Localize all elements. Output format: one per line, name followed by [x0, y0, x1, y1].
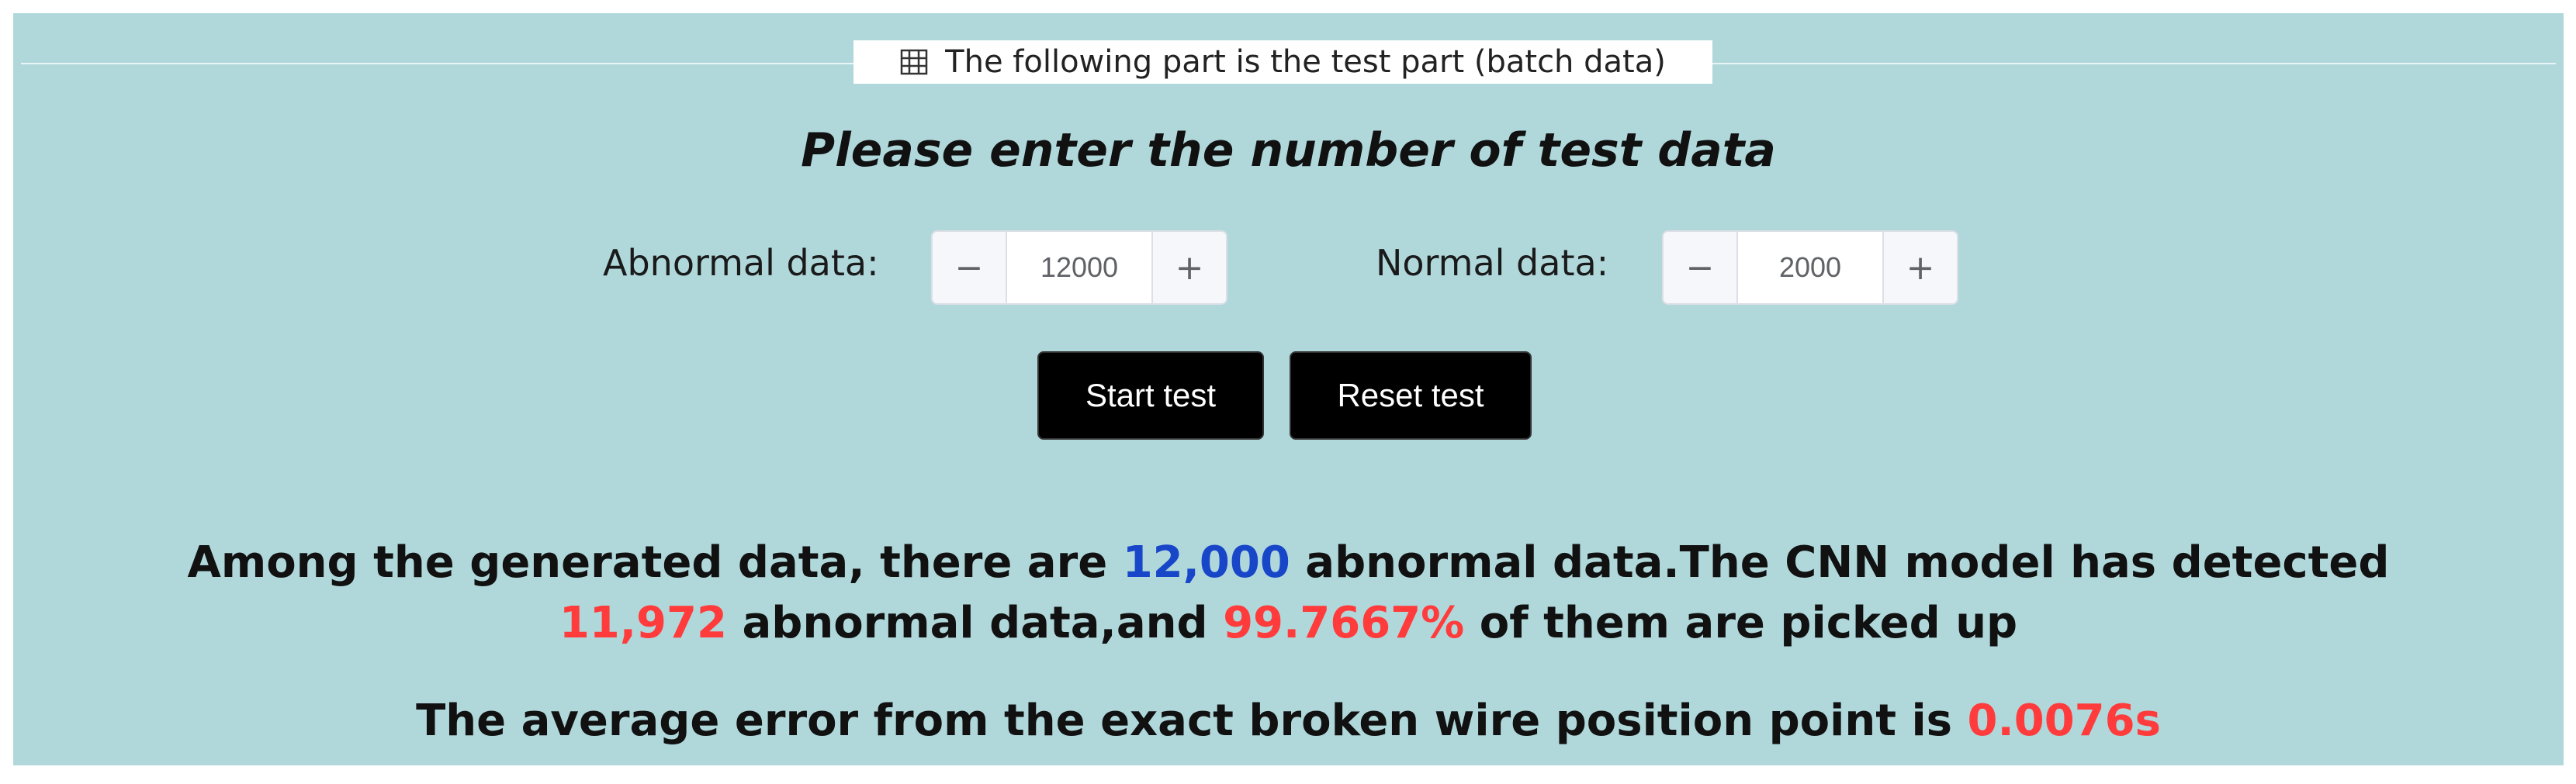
normal-data-label: Normal data:: [1376, 242, 1609, 284]
generated-count: 12,000: [1122, 537, 1290, 588]
abnormal-data-label: Abnormal data:: [603, 242, 879, 284]
normal-data-input[interactable]: 2000: [1738, 232, 1882, 303]
start-test-button[interactable]: Start test: [1037, 351, 1264, 440]
detection-percentage: 99.7667%: [1223, 598, 1465, 648]
average-error-result: The average error from the exact broken …: [106, 691, 2470, 751]
abnormal-increment-button[interactable]: +: [1151, 232, 1226, 303]
abnormal-decrement-button[interactable]: −: [933, 232, 1007, 303]
section-title-text: The following part is the test part (bat…: [945, 44, 1666, 80]
reset-test-button[interactable]: Reset test: [1290, 351, 1532, 440]
result-text-3: abnormal data,and: [726, 598, 1224, 648]
prompt-heading: Please enter the number of test data: [801, 123, 1776, 178]
detection-result: Among the generated data, there are 12,0…: [106, 533, 2470, 654]
normal-data-stepper[interactable]: − 2000 +: [1662, 230, 1958, 305]
result-text-4: of them are picked up: [1464, 598, 2018, 648]
detected-count: 11,972: [559, 598, 727, 648]
normal-decrement-button[interactable]: −: [1664, 232, 1738, 303]
error-text: The average error from the exact broken …: [416, 696, 1968, 746]
abnormal-data-stepper[interactable]: − 12000 +: [931, 230, 1227, 305]
result-text-2: abnormal data.The CNN model has detected: [1290, 537, 2390, 588]
test-panel: The following part is the test part (bat…: [13, 13, 2564, 765]
result-text-1: Among the generated data, there are: [187, 537, 1123, 588]
abnormal-data-input[interactable]: 12000: [1007, 232, 1151, 303]
section-title: The following part is the test part (bat…: [853, 40, 1712, 84]
table-icon: [900, 49, 928, 75]
error-value: 0.0076s: [1967, 696, 2161, 746]
normal-increment-button[interactable]: +: [1882, 232, 1957, 303]
